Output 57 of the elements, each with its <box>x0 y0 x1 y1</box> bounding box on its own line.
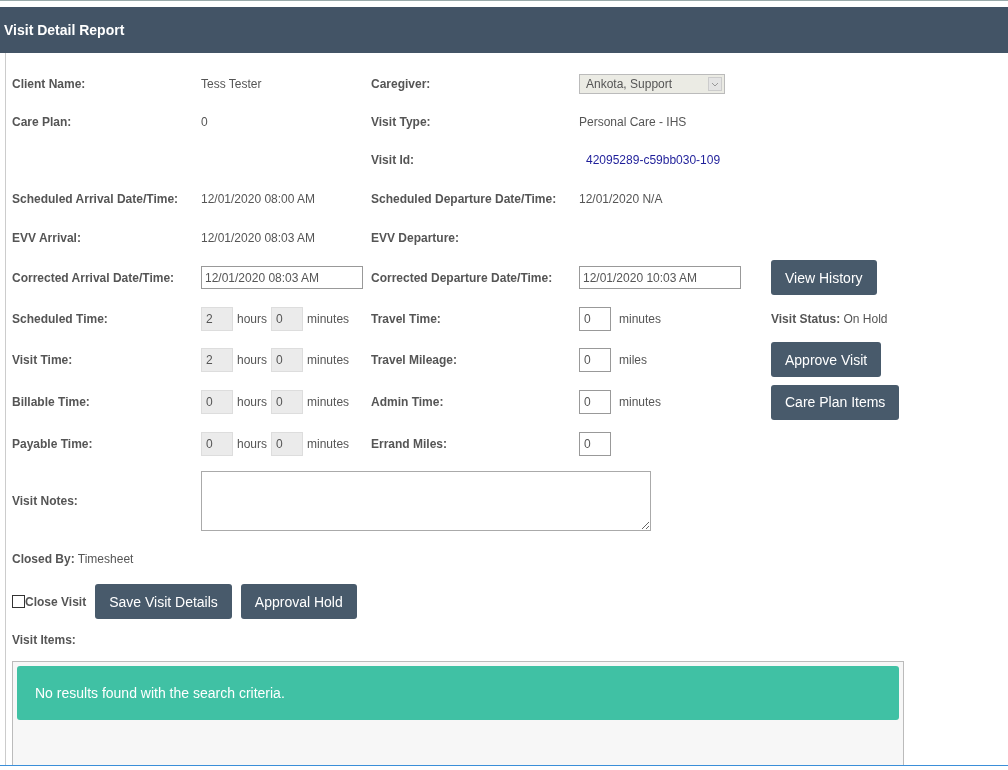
field-value: 12/01/2020 08:03 AM <box>201 230 316 245</box>
field-value: Tess Tester <box>201 77 262 91</box>
unit-label: minutes <box>307 395 350 409</box>
unit-label: minutes <box>307 437 350 451</box>
field-value: 12/01/2020 N/A <box>579 191 663 206</box>
number-field[interactable]: 0 <box>579 390 611 414</box>
field-label: Admin Time: <box>371 395 444 409</box>
field-label: Corrected Arrival Date/Time: <box>12 270 175 285</box>
number-field[interactable]: 0 <box>579 306 611 331</box>
field-label: Visit Type: <box>371 115 431 129</box>
action-button[interactable]: View History <box>771 260 877 295</box>
field-label: Visit Time: <box>12 352 73 367</box>
visit-id-link[interactable]: 42095289-c59bb030-109 <box>579 153 721 167</box>
unit-label: minutes <box>307 352 350 367</box>
unit-label: minutes <box>619 311 662 326</box>
field-value: 0 <box>201 115 208 129</box>
field-label: Scheduled Arrival Date/Time: <box>12 191 179 206</box>
field-label: Travel Time: <box>371 311 441 326</box>
unit-label: hours <box>237 437 268 451</box>
field-label: Payable Time: <box>12 437 93 451</box>
section-label: Visit Items: <box>12 633 76 647</box>
field-label: Caregiver: <box>371 77 431 91</box>
caret-icon <box>708 77 722 91</box>
field-label: Client Name: <box>12 77 86 91</box>
close-visit-checkbox[interactable]: Close Visit <box>12 594 87 609</box>
closed-by-text: Closed By: Timesheet <box>12 552 134 566</box>
field-label: EVV Departure: <box>371 230 460 245</box>
empty-results-alert: No results found with the search criteria. <box>17 666 899 720</box>
field-label: Travel Mileage: <box>371 352 458 367</box>
field-label: EVV Arrival: <box>12 230 81 245</box>
field-label: Billable Time: <box>12 395 90 409</box>
number-field[interactable]: 0 <box>579 347 611 372</box>
unit-label: minutes <box>619 395 662 409</box>
number-field[interactable]: 0 <box>579 432 611 456</box>
field-label: Care Plan: <box>12 115 72 129</box>
unit-label: hours <box>237 395 268 409</box>
field-label: Visit Id: <box>371 153 415 167</box>
unit-label: hours <box>237 352 268 367</box>
field-value: Personal Care - IHS <box>579 115 687 129</box>
action-button[interactable]: Approve Visit <box>771 342 882 377</box>
field-label: Scheduled Departure Date/Time: <box>371 191 557 206</box>
field-label: Scheduled Time: <box>12 311 108 326</box>
unit-label: hours <box>237 311 268 326</box>
field-label: Visit Notes: <box>12 494 78 508</box>
notes-field[interactable] <box>201 471 651 531</box>
action-button[interactable]: Approval Hold <box>240 584 357 619</box>
field-label: Corrected Departure Date/Time: <box>371 270 553 285</box>
unit-label: minutes <box>307 311 350 326</box>
action-button[interactable]: Care Plan Items <box>771 384 900 420</box>
unit-label: miles <box>619 352 647 367</box>
action-button[interactable]: Save Visit Details <box>95 584 232 619</box>
date-time-field[interactable]: 12/01/2020 08:03 AM <box>201 266 363 289</box>
date-time-field[interactable]: 12/01/2020 10:03 AM <box>579 266 741 289</box>
field-value: 12/01/2020 08:00 AM <box>201 191 316 206</box>
field-label: Errand Miles: <box>371 437 448 451</box>
report-title-bar: Visit Detail Report <box>0 7 1008 53</box>
visit-status: Visit Status: On Hold <box>771 311 888 326</box>
